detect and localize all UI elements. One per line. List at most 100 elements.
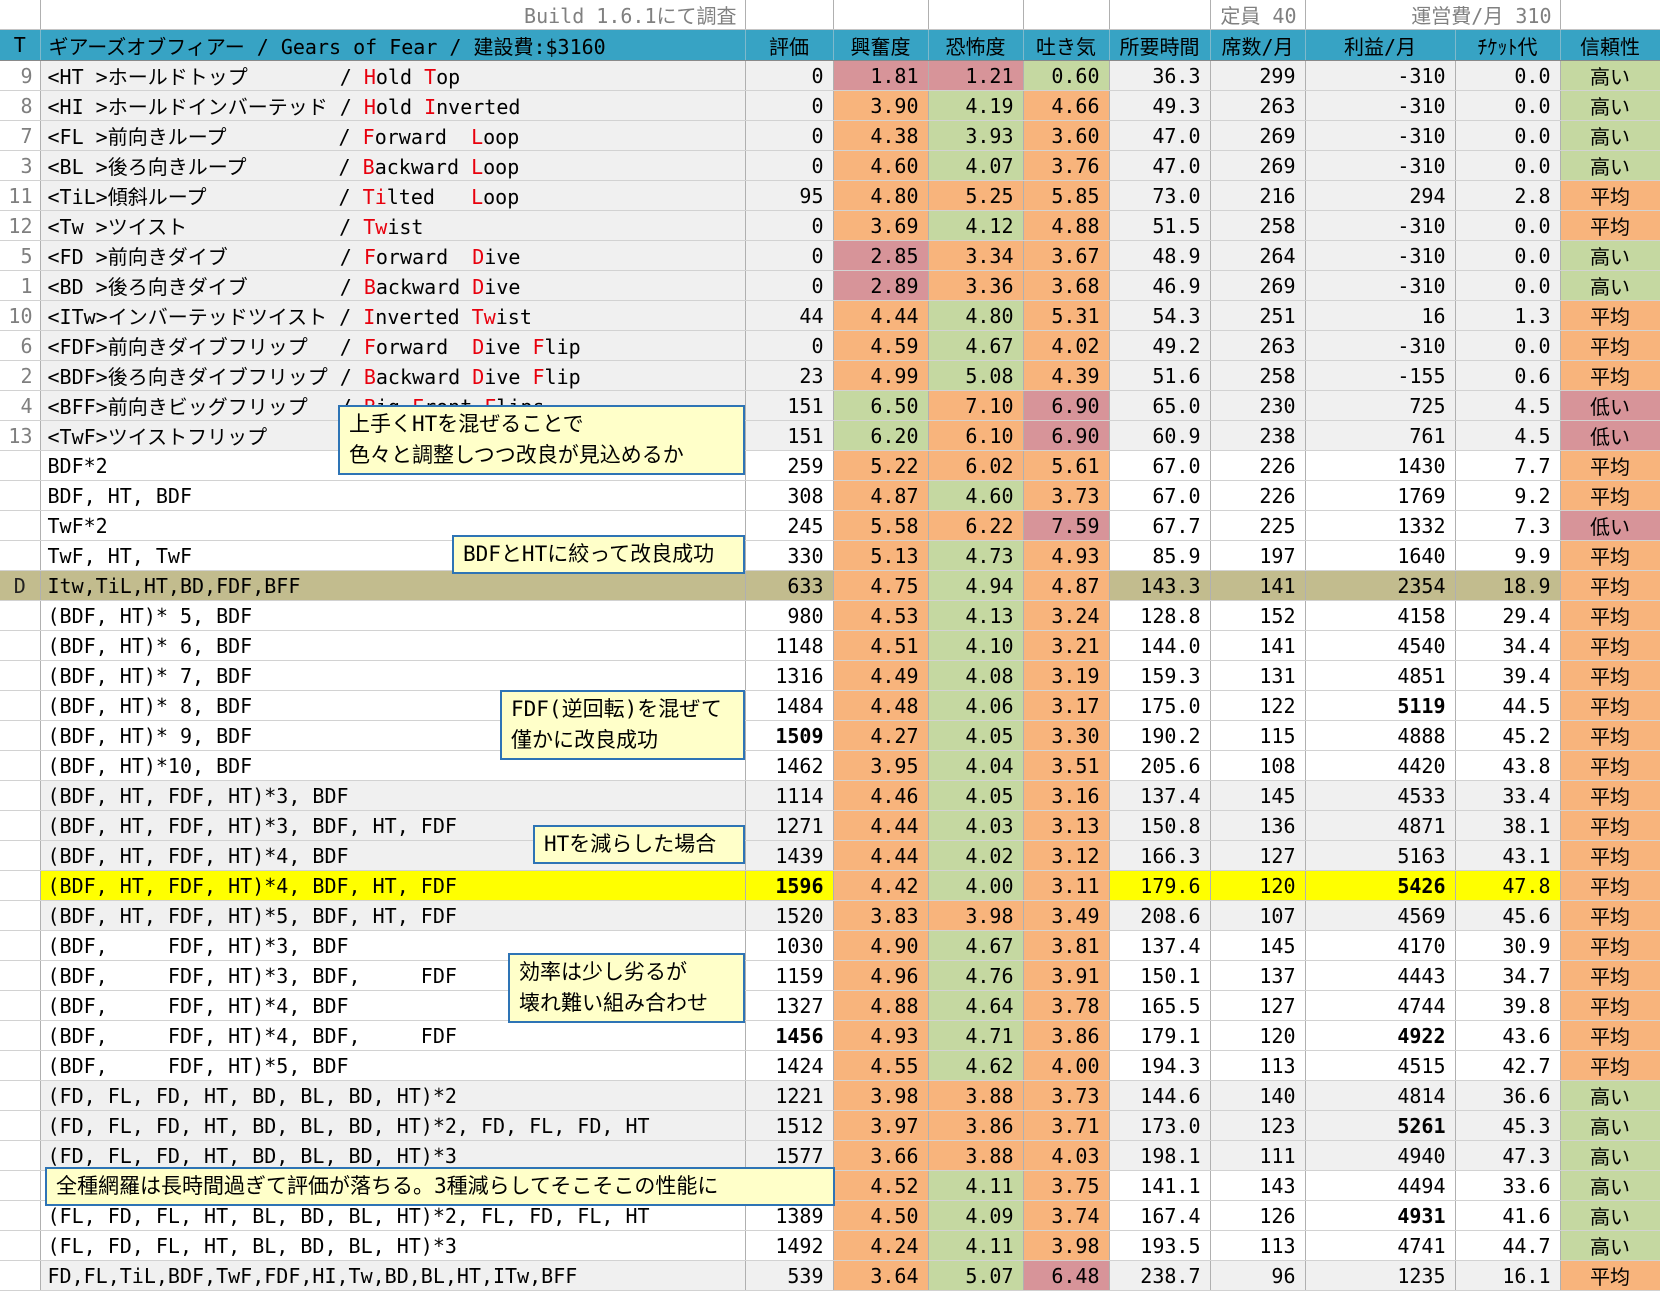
cell-duration[interactable]: 143.3 bbox=[1109, 570, 1211, 601]
cell-duration[interactable]: 150.8 bbox=[1109, 810, 1211, 841]
row-id-cell[interactable] bbox=[0, 990, 41, 1021]
cell-profit-per-month[interactable]: -310 bbox=[1305, 90, 1456, 121]
column-header-nausea[interactable]: 吐き気 bbox=[1023, 29, 1110, 61]
cell-fear[interactable]: 4.08 bbox=[928, 660, 1024, 691]
cell-reliability[interactable]: 平均 bbox=[1560, 450, 1660, 481]
column-header-reliability[interactable]: 信頼性 bbox=[1560, 29, 1660, 61]
cell-rating[interactable]: 245 bbox=[745, 510, 834, 541]
cell-profit-per-month[interactable]: 5119 bbox=[1305, 690, 1456, 721]
capacity-label[interactable]: 定員 40 bbox=[1210, 0, 1306, 30]
cell-fear[interactable]: 4.67 bbox=[928, 930, 1024, 961]
cell-seats-per-month[interactable]: 141 bbox=[1210, 630, 1306, 661]
cell-duration[interactable]: 194.3 bbox=[1109, 1050, 1211, 1081]
cell-fear[interactable]: 1.21 bbox=[928, 60, 1024, 91]
cell-reliability[interactable]: 平均 bbox=[1560, 480, 1660, 511]
ride-name-cell[interactable]: <BD >後ろ向きダイブ / Backward Dive bbox=[40, 270, 746, 301]
cell-reliability[interactable]: 高い bbox=[1560, 150, 1660, 181]
combo-name-cell[interactable]: (BDF, HT, FDF, HT)*4, BDF, HT, FDF bbox=[40, 870, 746, 901]
cell-reliability[interactable]: 平均 bbox=[1560, 180, 1660, 211]
cell-profit-per-month[interactable]: 4814 bbox=[1305, 1080, 1456, 1111]
cell-seats-per-month[interactable]: 216 bbox=[1210, 180, 1306, 211]
cell-ticket-price[interactable]: 0.0 bbox=[1455, 150, 1561, 181]
cell-excitement[interactable]: 4.75 bbox=[833, 570, 929, 601]
cell-reliability[interactable]: 高い bbox=[1560, 270, 1660, 301]
cell-duration[interactable]: 150.1 bbox=[1109, 960, 1211, 991]
cell-ticket-price[interactable]: 2.8 bbox=[1455, 180, 1561, 211]
cell-reliability[interactable]: 平均 bbox=[1560, 1020, 1660, 1051]
cell-excitement[interactable]: 4.38 bbox=[833, 120, 929, 151]
cell-ticket-price[interactable]: 43.6 bbox=[1455, 1020, 1561, 1051]
cell-seats-per-month[interactable]: 226 bbox=[1210, 450, 1306, 481]
annotation-note[interactable]: 全種網羅は長時間過ぎて評価が落ちる。3種減らしてそこそこの性能に bbox=[45, 1167, 835, 1206]
cell-ticket-price[interactable]: 45.3 bbox=[1455, 1110, 1561, 1141]
cell-ticket-price[interactable]: 34.7 bbox=[1455, 960, 1561, 991]
column-header-excitement[interactable]: 興奮度 bbox=[833, 29, 929, 61]
cell-profit-per-month[interactable]: 725 bbox=[1305, 390, 1456, 421]
cell-ticket-price[interactable]: 41.6 bbox=[1455, 1200, 1561, 1231]
cell-ticket-price[interactable]: 4.5 bbox=[1455, 390, 1561, 421]
cell-rating[interactable]: 1577 bbox=[745, 1140, 834, 1171]
cell-ticket-price[interactable]: 0.0 bbox=[1455, 330, 1561, 361]
cell-profit-per-month[interactable]: 4922 bbox=[1305, 1020, 1456, 1051]
cell-excitement[interactable]: 3.69 bbox=[833, 210, 929, 241]
cell-duration[interactable]: 238.7 bbox=[1109, 1260, 1211, 1291]
combo-name-cell[interactable]: (FL, FD, FL, HT, BL, BD, BL, HT)*3 bbox=[40, 1230, 746, 1261]
cell-rating[interactable]: 1221 bbox=[745, 1080, 834, 1111]
cell-excitement[interactable]: 4.46 bbox=[833, 780, 929, 811]
cell-fear[interactable]: 3.88 bbox=[928, 1080, 1024, 1111]
cell-reliability[interactable]: 平均 bbox=[1560, 330, 1660, 361]
ride-name-cell[interactable]: <ITw>インバーテッドツイスト / Inverted Twist bbox=[40, 300, 746, 331]
cell-fear[interactable]: 4.62 bbox=[928, 1050, 1024, 1081]
cell-reliability[interactable]: 高い bbox=[1560, 1140, 1660, 1171]
cell-rating[interactable]: 1316 bbox=[745, 660, 834, 691]
cell-nausea[interactable]: 4.02 bbox=[1023, 330, 1110, 361]
combo-name-cell[interactable]: (BDF, FDF, HT)*4, BDF, FDF bbox=[40, 1020, 746, 1051]
cell-seats-per-month[interactable]: 264 bbox=[1210, 240, 1306, 271]
cell-duration[interactable]: 67.0 bbox=[1109, 450, 1211, 481]
cell-fear[interactable]: 4.10 bbox=[928, 630, 1024, 661]
cell-nausea[interactable]: 3.24 bbox=[1023, 600, 1110, 631]
cell-nausea[interactable]: 5.85 bbox=[1023, 180, 1110, 211]
cell-rating[interactable]: 0 bbox=[745, 90, 834, 121]
annotation-note[interactable]: HTを減らした場合 bbox=[533, 825, 745, 864]
cell-rating[interactable]: 0 bbox=[745, 240, 834, 271]
column-header-duration[interactable]: 所要時間 bbox=[1109, 29, 1211, 61]
cell-fear[interactable]: 3.93 bbox=[928, 120, 1024, 151]
combo-name-cell[interactable]: (BDF, HT)* 5, BDF bbox=[40, 600, 746, 631]
cell-ticket-price[interactable]: 7.3 bbox=[1455, 510, 1561, 541]
column-header-seats-per-month[interactable]: 席数/月 bbox=[1210, 29, 1306, 61]
cell-ticket-price[interactable]: 0.0 bbox=[1455, 60, 1561, 91]
cell-profit-per-month[interactable]: -310 bbox=[1305, 150, 1456, 181]
cell-fear[interactable]: 4.09 bbox=[928, 1200, 1024, 1231]
cell-rating[interactable]: 1159 bbox=[745, 960, 834, 991]
cell-seats-per-month[interactable]: 113 bbox=[1210, 1230, 1306, 1261]
cell-excitement[interactable]: 4.93 bbox=[833, 1020, 929, 1051]
cell-reliability[interactable]: 平均 bbox=[1560, 600, 1660, 631]
cell-excitement[interactable]: 4.42 bbox=[833, 870, 929, 901]
cell-ticket-price[interactable]: 42.7 bbox=[1455, 1050, 1561, 1081]
cell-duration[interactable]: 137.4 bbox=[1109, 780, 1211, 811]
cell-ticket-price[interactable]: 43.1 bbox=[1455, 840, 1561, 871]
cell-seats-per-month[interactable]: 120 bbox=[1210, 870, 1306, 901]
cell-excitement[interactable]: 3.66 bbox=[833, 1140, 929, 1171]
cell-excitement[interactable]: 4.59 bbox=[833, 330, 929, 361]
row-id-cell[interactable] bbox=[0, 660, 41, 691]
cell-seats-per-month[interactable]: 230 bbox=[1210, 390, 1306, 421]
cell-rating[interactable]: 633 bbox=[745, 570, 834, 601]
cell-duration[interactable]: 165.5 bbox=[1109, 990, 1211, 1021]
cell-duration[interactable]: 208.6 bbox=[1109, 900, 1211, 931]
cell-profit-per-month[interactable]: 4744 bbox=[1305, 990, 1456, 1021]
cell-nausea[interactable]: 4.88 bbox=[1023, 210, 1110, 241]
cell-excitement[interactable]: 3.64 bbox=[833, 1260, 929, 1291]
cell-ticket-price[interactable]: 39.8 bbox=[1455, 990, 1561, 1021]
cell-nausea[interactable]: 5.61 bbox=[1023, 450, 1110, 481]
cell-excitement[interactable]: 6.50 bbox=[833, 390, 929, 421]
cell-profit-per-month[interactable]: 761 bbox=[1305, 420, 1456, 451]
ride-name-cell[interactable]: <FDF>前向きダイブフリップ / Forward Dive Flip bbox=[40, 330, 746, 361]
cell-ticket-price[interactable]: 9.9 bbox=[1455, 540, 1561, 571]
cell-reliability[interactable]: 平均 bbox=[1560, 630, 1660, 661]
annotation-note[interactable]: FDF(逆回転)を混ぜて 僅かに改良成功 bbox=[500, 690, 745, 760]
cell-profit-per-month[interactable]: 5261 bbox=[1305, 1110, 1456, 1141]
empty-cell[interactable] bbox=[1109, 0, 1211, 30]
corner-empty-cell[interactable] bbox=[0, 0, 41, 30]
